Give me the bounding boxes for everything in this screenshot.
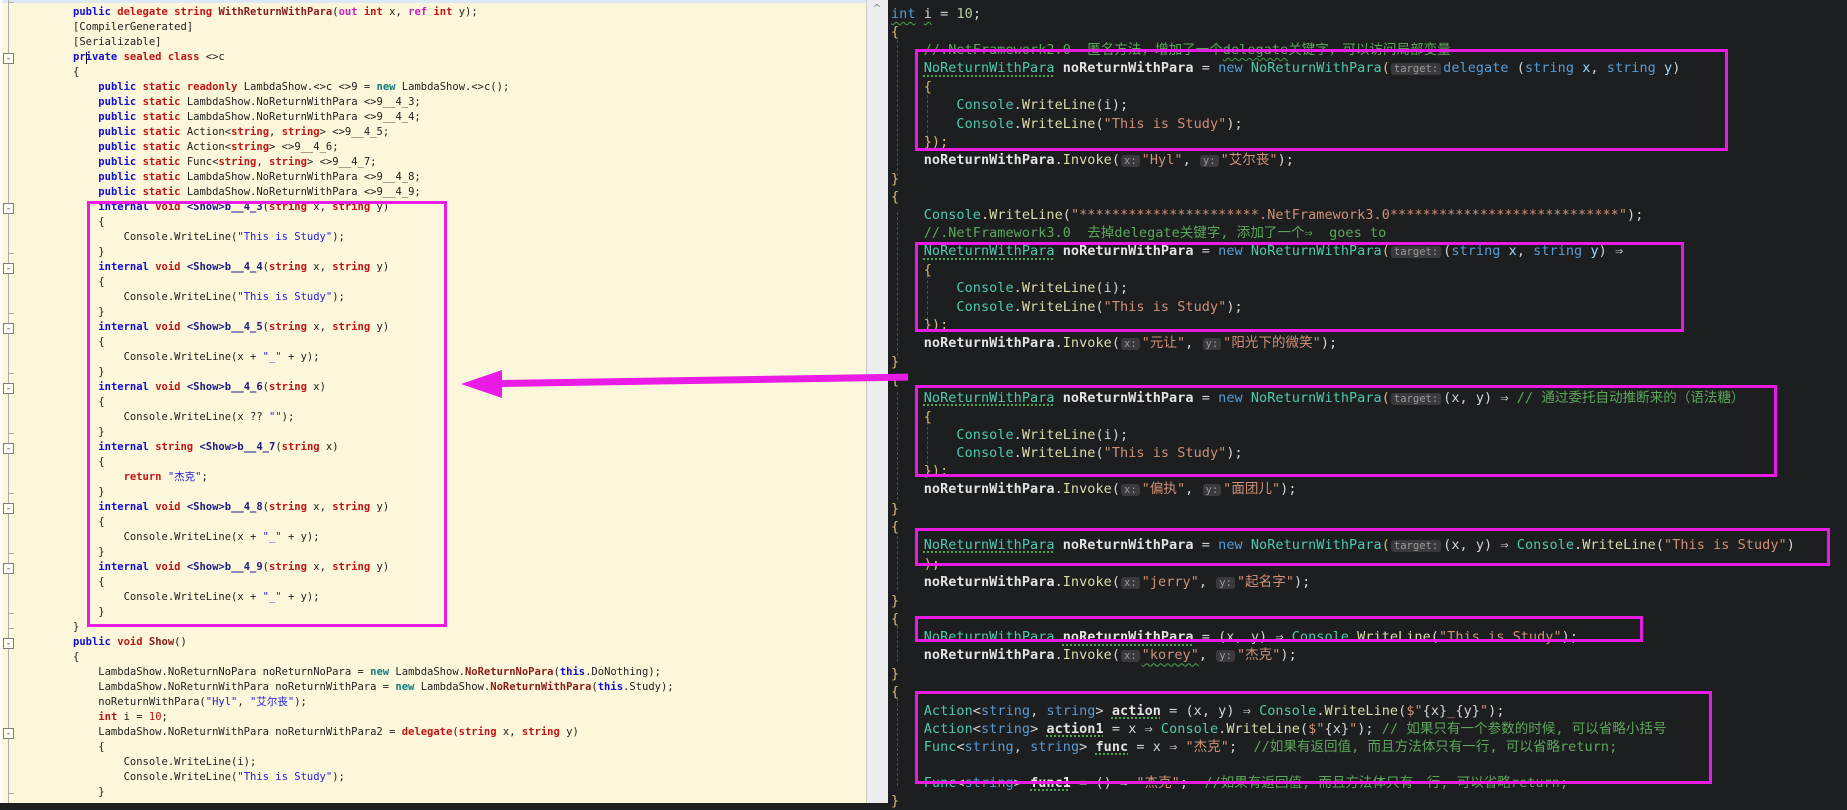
fold-marker-icon[interactable]: - bbox=[3, 728, 14, 739]
code-line[interactable]: { bbox=[73, 740, 674, 755]
code-line[interactable]: public static LambdaShow.NoReturnWithPar… bbox=[73, 110, 674, 125]
code-line[interactable]: } bbox=[891, 592, 1795, 610]
code-line[interactable]: //.NetFramework3.0 去掉delegate关键字, 添加了一个⇒… bbox=[891, 224, 1795, 242]
text-caret bbox=[86, 52, 87, 64]
code-line[interactable]: public static Action<string, string> <>9… bbox=[73, 125, 674, 140]
annotation-box-decompiled-methods bbox=[87, 201, 447, 627]
code-line[interactable]: } bbox=[891, 792, 1795, 810]
fold-marker-icon[interactable]: - bbox=[3, 383, 14, 394]
annotation-arrow-head-icon bbox=[461, 370, 502, 398]
annotation-box-3 bbox=[915, 385, 1777, 477]
code-line[interactable]: } bbox=[73, 785, 674, 800]
code-line[interactable]: Console.WriteLine("*********************… bbox=[891, 206, 1795, 224]
code-line[interactable]: { bbox=[73, 65, 674, 80]
code-line[interactable]: public delegate string WithReturnWithPar… bbox=[73, 5, 674, 20]
fold-end-tick bbox=[8, 313, 14, 314]
fold-end-tick bbox=[8, 628, 14, 629]
code-line[interactable]: noReturnWithPara.Invoke(x: "Hyl", y: "艾尔丧"… bbox=[891, 151, 1795, 170]
code-line[interactable]: public static LambdaShow.NoReturnWithPar… bbox=[73, 95, 674, 110]
annotation-box-6 bbox=[915, 691, 1712, 784]
code-line[interactable]: { bbox=[891, 188, 1795, 206]
fold-marker-icon[interactable]: - bbox=[3, 323, 14, 334]
fold-marker-icon[interactable]: - bbox=[3, 503, 14, 514]
code-line[interactable]: } bbox=[891, 353, 1795, 371]
fold-end-tick bbox=[8, 373, 14, 374]
fold-end-tick bbox=[8, 553, 14, 554]
code-line[interactable]: { bbox=[891, 23, 1795, 41]
fold-end-tick bbox=[8, 793, 14, 794]
param-name-hint: x: bbox=[1121, 154, 1140, 167]
fold-marker-icon[interactable]: - bbox=[3, 443, 14, 454]
code-line[interactable]: int i = 10; bbox=[891, 5, 1795, 23]
param-name-hint: y: bbox=[1202, 484, 1222, 497]
fold-end-tick bbox=[8, 613, 14, 614]
fold-end-tick bbox=[8, 493, 14, 494]
code-line[interactable]: { bbox=[73, 650, 674, 665]
fold-marker-icon[interactable]: - bbox=[3, 203, 14, 214]
param-name-hint: y: bbox=[1216, 576, 1235, 589]
param-name-hint: x: bbox=[1121, 484, 1140, 497]
code-line[interactable]: [Serializable] bbox=[73, 35, 674, 50]
code-line[interactable]: int i = 10; bbox=[73, 710, 674, 725]
code-line[interactable]: } bbox=[891, 665, 1795, 683]
scroll-up-icon[interactable]: ^ bbox=[870, 2, 884, 16]
pane-top-strip bbox=[0, 0, 888, 3]
code-line[interactable]: LambdaShow.NoReturnWithPara noReturnWith… bbox=[73, 680, 673, 695]
param-name-hint: x: bbox=[1121, 650, 1140, 663]
code-line[interactable]: Console.WriteLine("This is Study"); bbox=[73, 770, 674, 785]
annotation-box-5 bbox=[915, 616, 1643, 642]
fold-margin-line bbox=[8, 0, 9, 803]
param-name-hint: x: bbox=[1121, 337, 1140, 350]
code-line[interactable]: public static LambdaShow.NoReturnWithPar… bbox=[73, 185, 674, 200]
left-pane-scrollbar[interactable] bbox=[866, 0, 888, 803]
code-line[interactable]: noReturnWithPara.Invoke(x: "偏执", y: "面团儿")… bbox=[891, 480, 1795, 499]
annotation-box-2 bbox=[915, 242, 1684, 332]
fold-end-tick bbox=[8, 433, 14, 434]
code-line[interactable]: public static LambdaShow.NoReturnWithPar… bbox=[73, 170, 674, 185]
code-line[interactable]: LambdaShow.NoReturnWithPara noReturnWith… bbox=[73, 725, 674, 740]
code-line[interactable]: noReturnWithPara("Hyl", "艾尔丧"); bbox=[73, 695, 674, 710]
code-line[interactable]: noReturnWithPara.Invoke(x: "korey", y: "杰克… bbox=[891, 646, 1795, 665]
code-line[interactable]: private sealed class <>c bbox=[73, 50, 674, 65]
ide-split-view: { "colors": { "annotation": "#E91BE4", "… bbox=[0, 0, 1847, 809]
code-line[interactable]: } bbox=[891, 170, 1795, 188]
annotation-box-4 bbox=[915, 528, 1830, 566]
annotation-box-1 bbox=[915, 49, 1728, 151]
param-name-hint: y: bbox=[1202, 337, 1222, 350]
param-name-hint: x: bbox=[1121, 576, 1140, 589]
fold-marker-icon[interactable]: - bbox=[3, 263, 14, 274]
param-name-hint: y: bbox=[1199, 154, 1219, 167]
code-line[interactable]: public static Action<string> <>9__4_6; bbox=[73, 140, 674, 155]
code-line[interactable]: Console.WriteLine(i); bbox=[73, 755, 674, 770]
code-line[interactable]: public static Func<string, string> <>9__… bbox=[73, 155, 674, 170]
left-margin-strip bbox=[0, 0, 2, 803]
fold-marker-icon[interactable]: - bbox=[3, 638, 14, 649]
code-line[interactable]: noReturnWithPara.Invoke(x: "jerry", y: "起名… bbox=[891, 573, 1795, 592]
param-name-hint: y: bbox=[1216, 650, 1235, 663]
code-line[interactable]: public void Show() bbox=[73, 635, 674, 650]
code-line[interactable]: noReturnWithPara.Invoke(x: "元让", y: "阳光下的微… bbox=[891, 334, 1795, 353]
code-line[interactable]: } bbox=[891, 500, 1795, 518]
fold-end-tick bbox=[8, 2, 14, 3]
code-line[interactable]: [CompilerGenerated] bbox=[73, 20, 674, 35]
code-line[interactable]: LambdaShow.NoReturnNoPara noReturnNoPara… bbox=[73, 665, 674, 680]
fold-marker-icon[interactable]: - bbox=[3, 563, 14, 574]
code-line[interactable]: public static readonly LambdaShow.<>c <>… bbox=[73, 80, 674, 95]
fold-end-tick bbox=[8, 253, 14, 254]
fold-marker-icon[interactable]: - bbox=[3, 53, 14, 64]
